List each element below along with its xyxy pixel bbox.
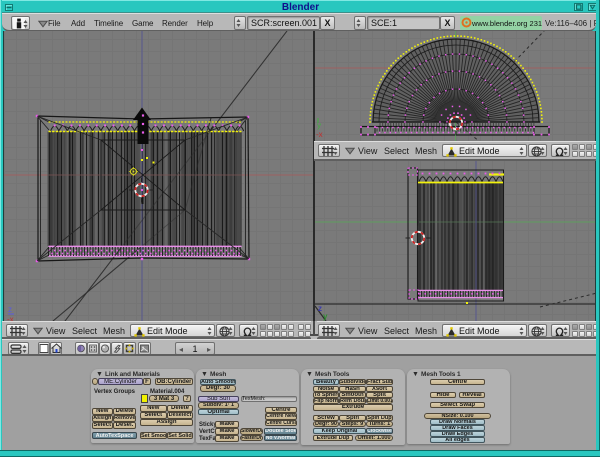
svg-text:-x: -x [316,130,323,139]
svg-text:y: y [323,312,328,321]
svg-text:z: z [318,304,322,313]
svg-text:z: z [8,305,12,314]
